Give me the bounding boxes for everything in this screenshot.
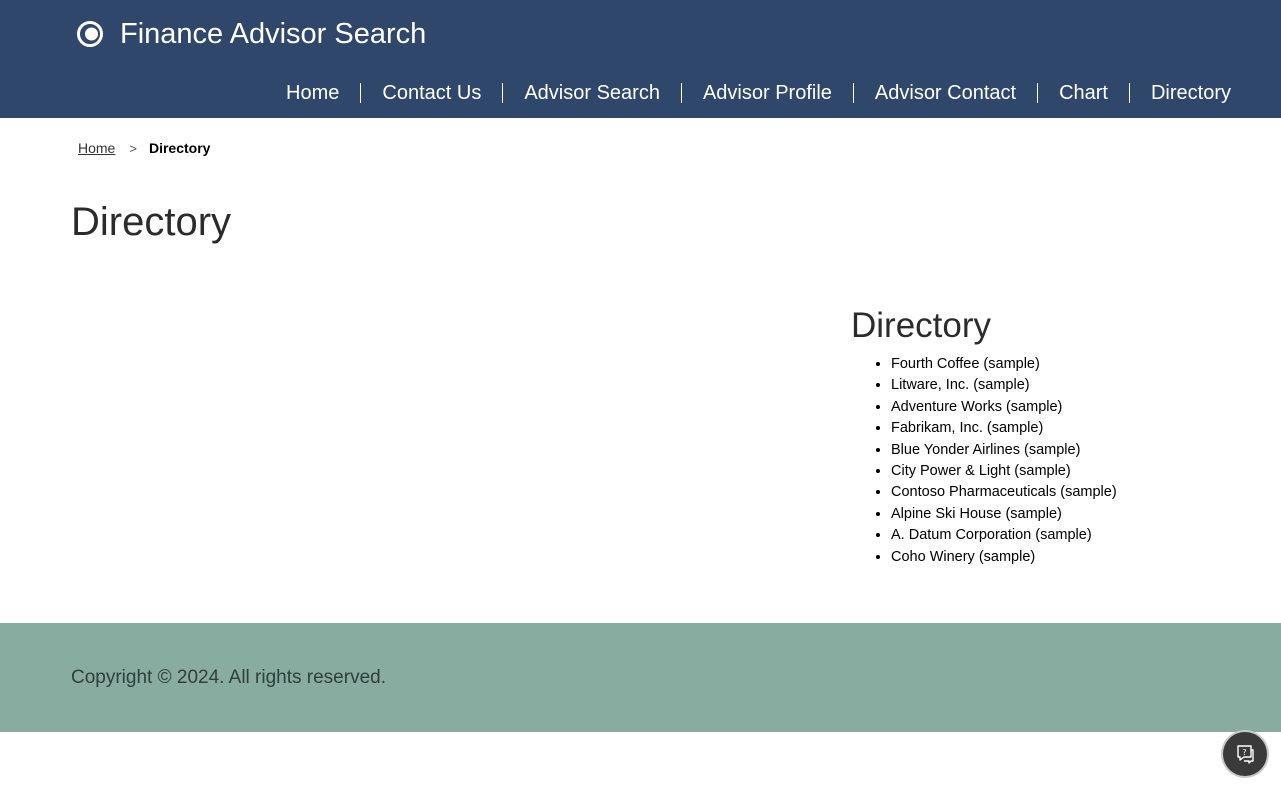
breadcrumb-current: Directory bbox=[148, 140, 211, 156]
directory-item[interactable]: A. Datum Corporation (sample) bbox=[891, 525, 1117, 546]
directory-heading: Directory bbox=[851, 306, 992, 345]
directory-item[interactable]: Litware, Inc. (sample) bbox=[891, 375, 1117, 396]
chat-help-icon: ? bbox=[1237, 745, 1254, 764]
nav-item-advisor-search[interactable]: Advisor Search bbox=[502, 83, 681, 103]
directory-item[interactable]: Fabrikam, Inc. (sample) bbox=[891, 418, 1117, 439]
directory-item[interactable]: Coho Winery (sample) bbox=[891, 547, 1117, 568]
nav-item-directory[interactable]: Directory bbox=[1128, 83, 1231, 103]
directory-item[interactable]: Fourth Coffee (sample) bbox=[891, 354, 1117, 375]
directory-item[interactable]: Blue Yonder Airlines (sample) bbox=[891, 440, 1117, 461]
directory-item[interactable]: Alpine Ski House (sample) bbox=[891, 504, 1117, 525]
svg-text:?: ? bbox=[1242, 748, 1246, 757]
site-header: Finance Advisor Search Home Contact Us A… bbox=[0, 0, 1281, 118]
chat-help-button[interactable]: ? bbox=[1223, 732, 1267, 776]
breadcrumb-separator: > bbox=[129, 140, 137, 156]
directory-list: Fourth Coffee (sample) Litware, Inc. (sa… bbox=[851, 354, 1117, 568]
directory-item[interactable]: Contoso Pharmaceuticals (sample) bbox=[891, 482, 1117, 503]
nav-item-contact-us[interactable]: Contact Us bbox=[360, 83, 502, 103]
page-title: Directory bbox=[71, 200, 232, 244]
brand[interactable]: Finance Advisor Search bbox=[76, 16, 426, 52]
nav-item-advisor-contact[interactable]: Advisor Contact bbox=[852, 83, 1037, 103]
nav-item-advisor-profile[interactable]: Advisor Profile bbox=[680, 83, 853, 103]
nav-item-chart[interactable]: Chart bbox=[1037, 83, 1129, 103]
ring-logo-icon bbox=[77, 21, 103, 47]
copyright-text: Copyright © 2024. All rights reserved. bbox=[71, 667, 386, 688]
site-footer: Copyright © 2024. All rights reserved. bbox=[0, 623, 1281, 732]
directory-item[interactable]: Adventure Works (sample) bbox=[891, 397, 1117, 418]
main-nav: Home Contact Us Advisor Search Advisor P… bbox=[265, 78, 1231, 108]
directory-item[interactable]: City Power & Light (sample) bbox=[891, 461, 1117, 482]
directory-panel: Directory Fourth Coffee (sample) Litware… bbox=[851, 306, 1117, 568]
nav-item-home[interactable]: Home bbox=[265, 83, 360, 103]
site-title: Finance Advisor Search bbox=[120, 17, 427, 50]
breadcrumb: Home > Directory bbox=[78, 140, 210, 156]
breadcrumb-home-link[interactable]: Home bbox=[78, 140, 115, 156]
